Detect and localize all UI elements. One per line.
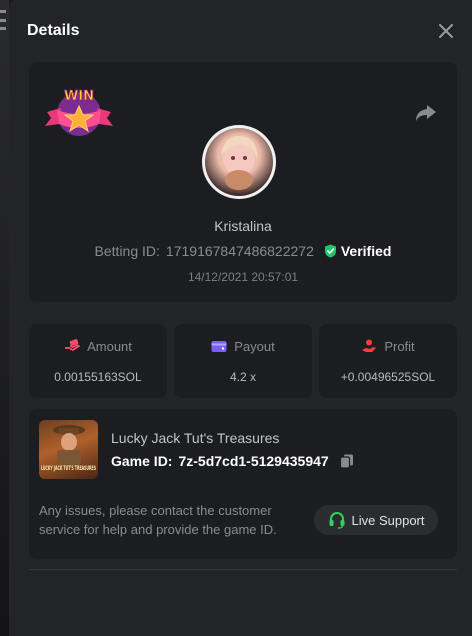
username: Kristalina	[214, 218, 272, 234]
stat-label: Profit	[384, 338, 415, 354]
modal-header: Details	[9, 0, 472, 62]
money-hand-icon	[65, 339, 80, 351]
stat-card-amount: Amount 0.00155163SOL	[29, 324, 167, 398]
profit-hand-icon	[362, 339, 377, 352]
close-button[interactable]	[436, 21, 456, 41]
game-id-row: Game ID: 7z-5d7cd1-5129435947	[111, 453, 355, 469]
game-id-value: 7z-5d7cd1-5129435947	[178, 453, 329, 469]
details-modal: Details WIN Kristalina Betting ID: 17191…	[9, 0, 472, 636]
live-support-button[interactable]: Live Support	[314, 505, 438, 535]
hamburger-menu-icon	[0, 10, 6, 30]
stat-card-profit: Profit +0.00496525SOL	[319, 324, 457, 398]
avatar-image	[205, 128, 273, 196]
avatar	[202, 125, 276, 199]
betting-id-value: 1719167847486822272	[165, 243, 314, 259]
shield-check-icon	[324, 244, 336, 258]
modal-title: Details	[27, 22, 80, 39]
headset-icon	[329, 512, 344, 529]
game-id-label: Game ID:	[111, 453, 173, 469]
share-icon[interactable]	[413, 100, 439, 126]
background-page	[0, 0, 9, 636]
stats-row: Amount 0.00155163SOL Payout 4.2 x Profit…	[29, 324, 457, 398]
copy-icon[interactable]	[339, 453, 355, 469]
game-thumbnail-text: LUCKY JACK TUT'S TREASURES	[41, 464, 96, 472]
divider	[29, 569, 457, 570]
stat-header: Amount	[64, 339, 132, 354]
close-icon	[439, 24, 453, 38]
verified-label: Verified	[340, 243, 392, 259]
stat-value: +0.00496525SOL	[340, 369, 436, 384]
win-badge-text: WIN	[64, 89, 94, 104]
wallet-icon	[211, 340, 227, 352]
stat-header: Payout	[211, 338, 275, 354]
betting-id-label: Betting ID:	[94, 243, 160, 259]
betting-id-row: Betting ID: 1719167847486822272 Verified	[29, 243, 457, 259]
support-message: Any issues, please contact the customer …	[39, 503, 277, 537]
game-thumbnail[interactable]: LUCKY JACK TUT'S TREASURES	[39, 420, 98, 479]
stat-header: Profit	[361, 338, 415, 354]
bet-timestamp: 14/12/2021 20:57:01	[187, 270, 299, 284]
stat-label: Amount	[87, 338, 132, 354]
stat-value: 4.2 x	[229, 369, 256, 384]
bet-summary-card: WIN Kristalina Betting ID: 1719167847486…	[29, 62, 457, 302]
verified-badge: Verified	[324, 243, 392, 259]
stat-value: 0.00155163SOL	[54, 369, 142, 384]
live-support-label: Live Support	[351, 512, 425, 528]
win-badge-icon: WIN	[45, 89, 113, 136]
stat-card-payout: Payout 4.2 x	[174, 324, 312, 398]
game-card: LUCKY JACK TUT'S TREASURES Lucky Jack Tu…	[29, 409, 457, 559]
stat-label: Payout	[234, 338, 275, 354]
game-name[interactable]: Lucky Jack Tut's Treasures	[111, 430, 279, 446]
